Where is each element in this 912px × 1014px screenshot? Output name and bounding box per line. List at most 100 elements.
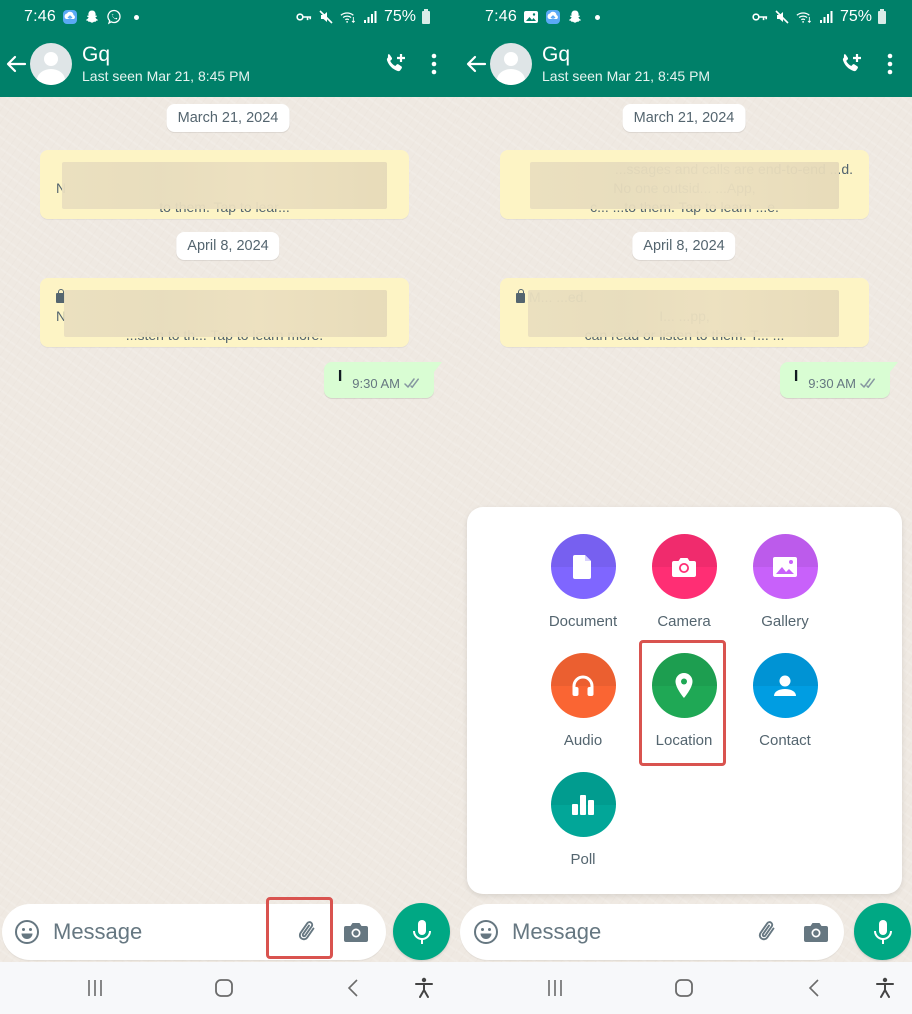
location-circle: [651, 653, 717, 718]
emoji-icon: [474, 920, 498, 944]
more-options-button[interactable]: [886, 53, 894, 75]
back-button[interactable]: [462, 44, 490, 84]
chat-header: 7:46 75% Gq Last seen Mar 21, 8:45 PM: [0, 0, 456, 97]
redaction-overlay: [530, 162, 839, 209]
attach-contact[interactable]: Contact: [735, 653, 835, 749]
camera-icon: [344, 923, 368, 942]
status-bar: 7:46 75%: [485, 6, 886, 28]
contact-circle: [752, 653, 818, 718]
poll-icon: [572, 794, 594, 815]
vpn-key-icon: [752, 9, 768, 25]
accessibility-button[interactable]: [409, 976, 439, 1000]
status-time: 7:46: [24, 8, 56, 25]
status-time: 7:46: [485, 8, 517, 25]
microphone-icon: [412, 919, 431, 944]
person-icon: [774, 675, 796, 696]
contact-info[interactable]: Gq Last seen Mar 21, 8:45 PM: [82, 43, 250, 85]
mute-icon: [318, 9, 334, 25]
home-button[interactable]: [209, 976, 239, 1000]
contact-info[interactable]: Gq Last seen Mar 21, 8:45 PM: [542, 43, 710, 85]
attach-button[interactable]: [752, 916, 784, 948]
recent-apps-icon: [548, 980, 562, 996]
kebab-menu-icon: [431, 53, 437, 75]
chevron-left-icon: [808, 979, 819, 997]
viber-icon: [106, 9, 122, 25]
recent-apps-button[interactable]: [80, 976, 110, 1000]
paperclip-icon: [758, 921, 775, 941]
date-chip: April 8, 2024: [632, 232, 736, 260]
mute-icon: [774, 9, 790, 25]
paperclip-icon: [298, 921, 315, 941]
add-call-button[interactable]: [382, 51, 408, 77]
attach-label: Poll: [570, 851, 596, 868]
camera-button[interactable]: [340, 916, 372, 948]
location-pin-icon: [675, 672, 693, 698]
date-chip: March 21, 2024: [166, 104, 290, 132]
encryption-notice[interactable]: M... ...ed. I... ...pp, can read or list…: [500, 278, 869, 347]
signal-icon: [818, 9, 834, 25]
date-chip: April 8, 2024: [176, 232, 280, 260]
app-bar: Gq Last seen Mar 21, 8:45 PM: [456, 36, 912, 92]
cloud-upload-icon: [62, 9, 78, 25]
app-bar: Gq Last seen Mar 21, 8:45 PM: [0, 36, 456, 92]
contact-name: Gq: [542, 43, 571, 66]
outgoing-message[interactable]: I 9:30 AM: [323, 362, 443, 398]
outgoing-message[interactable]: I 9:30 AM: [779, 362, 899, 398]
camera-button[interactable]: [800, 916, 832, 948]
chevron-left-icon: [347, 979, 358, 997]
system-nav-bar: [456, 962, 912, 1014]
double-check-icon: [404, 378, 419, 388]
camera-icon: [804, 923, 828, 942]
attach-button[interactable]: [292, 916, 324, 948]
system-nav-bar: [0, 962, 456, 1014]
accessibility-icon: [876, 977, 894, 998]
home-icon: [675, 979, 693, 997]
nav-back-button[interactable]: [338, 976, 368, 1000]
chat-screen-attach-menu: 7:46 75% Gq Last seen Mar 21, 8:45 PM Ma…: [456, 0, 912, 1014]
attach-audio[interactable]: Audio: [533, 653, 633, 749]
attach-poll[interactable]: Poll: [533, 772, 633, 868]
message-input[interactable]: [53, 919, 263, 945]
emoji-button[interactable]: [472, 918, 500, 946]
attach-document[interactable]: Document: [533, 534, 633, 630]
battery-percent: 75%: [839, 8, 872, 25]
encryption-notice[interactable]: N to them. Tap to lear...: [40, 150, 409, 219]
attach-gallery[interactable]: Gallery: [735, 534, 835, 630]
phone-add-icon: [842, 54, 861, 72]
encryption-notice[interactable]: N ...sten to th... Tap to learn more.: [40, 278, 409, 347]
chat-wallpaper: [0, 97, 456, 962]
attach-label: Location: [655, 732, 713, 749]
voice-message-button[interactable]: [854, 903, 911, 960]
voice-message-button[interactable]: [393, 903, 450, 960]
attach-location[interactable]: Location: [634, 653, 734, 749]
emoji-button[interactable]: [13, 918, 41, 946]
nav-back-button[interactable]: [799, 976, 829, 1000]
document-circle: [550, 534, 616, 599]
attach-label: Contact: [759, 732, 811, 749]
snapchat-icon: [567, 9, 583, 25]
encryption-notice[interactable]: ...ssages and calls are end-to-end ...d.…: [500, 150, 869, 219]
message-text: I: [337, 368, 343, 385]
home-button[interactable]: [669, 976, 699, 1000]
more-options-button[interactable]: [430, 53, 438, 75]
attach-label: Audio: [563, 732, 603, 749]
attach-camera[interactable]: Camera: [634, 534, 734, 630]
signal-icon: [362, 9, 378, 25]
back-button[interactable]: [2, 44, 30, 84]
camera-icon: [672, 557, 696, 577]
wifi-icon: [340, 9, 356, 25]
accessibility-button[interactable]: [870, 976, 900, 1000]
add-call-button[interactable]: [838, 51, 864, 77]
message-input[interactable]: [512, 919, 722, 945]
lock-icon: [516, 289, 525, 303]
gallery-icon: [773, 556, 797, 577]
contact-avatar[interactable]: [30, 43, 72, 85]
redaction-overlay: [528, 290, 839, 337]
camera-circle: [651, 534, 717, 599]
vpn-key-icon: [296, 9, 312, 25]
recent-apps-button[interactable]: [540, 976, 570, 1000]
arrow-left-icon: [6, 55, 27, 73]
emoji-icon: [15, 920, 39, 944]
contact-avatar[interactable]: [490, 43, 532, 85]
attach-label: Camera: [657, 613, 711, 630]
